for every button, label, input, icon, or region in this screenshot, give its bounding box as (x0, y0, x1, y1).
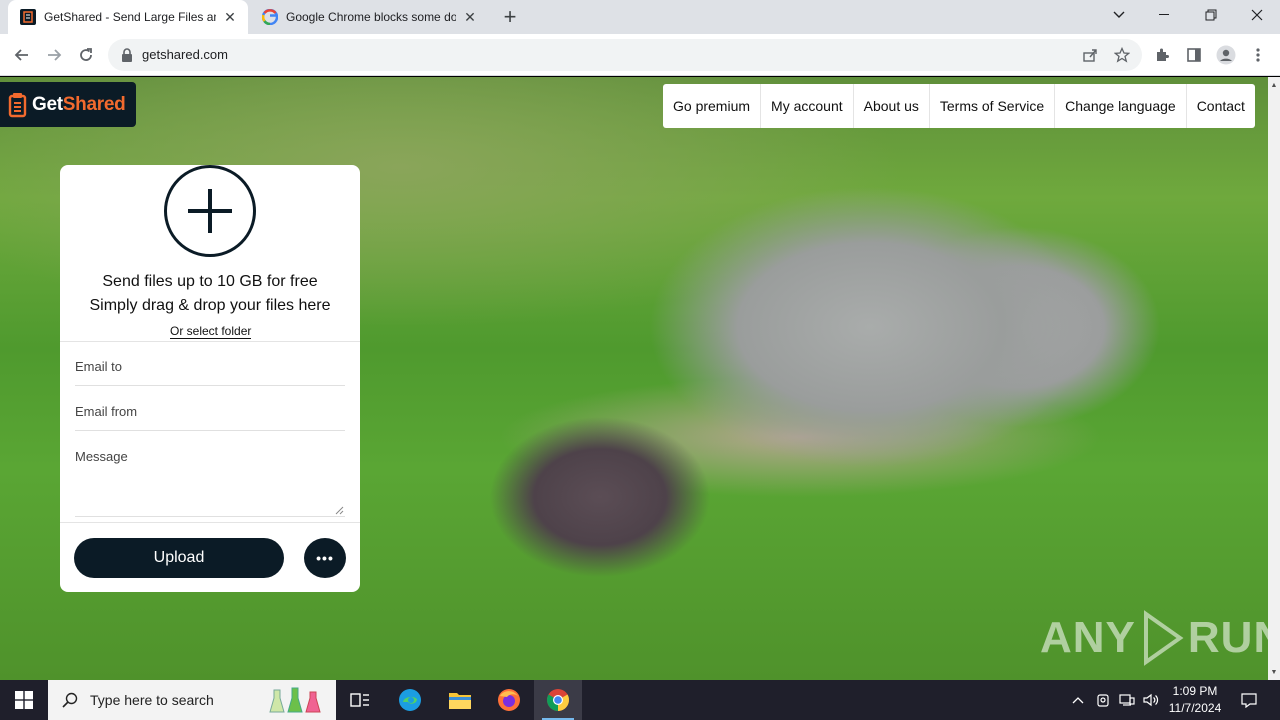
tab-getshared[interactable]: GetShared - Send Large Files and ✕ (8, 0, 248, 34)
back-button[interactable] (8, 41, 36, 69)
getshared-favicon-icon (20, 9, 36, 25)
restore-button[interactable] (1188, 0, 1234, 30)
scroll-down-arrow-icon[interactable]: ▼ (1268, 666, 1280, 678)
getshared-logo[interactable]: GetShared (0, 82, 136, 127)
divider (60, 522, 360, 523)
reload-button[interactable] (72, 41, 100, 69)
top-navigation: Go premium My account About us Terms of … (663, 84, 1255, 128)
windows-taskbar: Type here to search 1:09 PM 11/7/2024 (0, 680, 1280, 720)
more-options-button[interactable]: ••• (304, 538, 346, 578)
taskbar-clock[interactable]: 1:09 PM 11/7/2024 (1164, 683, 1226, 717)
file-explorer-icon[interactable] (436, 680, 484, 720)
upload-button[interactable]: Upload (74, 538, 284, 578)
drag-drop-text: Simply drag & drop your files here (89, 297, 331, 314)
nav-terms-of-service[interactable]: Terms of Service (930, 84, 1056, 128)
add-files-plus-icon[interactable] (164, 165, 256, 257)
nav-change-language[interactable]: Change language (1055, 84, 1187, 128)
message-field[interactable]: Message (75, 441, 345, 517)
edge-browser-icon[interactable] (386, 680, 434, 720)
minimize-button[interactable] (1142, 0, 1188, 30)
email-from-field[interactable]: Email from (75, 396, 345, 431)
page-scrollbar[interactable]: ▲ ▼ (1268, 77, 1280, 680)
nav-my-account[interactable]: My account (761, 84, 854, 128)
message-placeholder: Message (75, 449, 128, 464)
google-favicon-icon (261, 8, 279, 26)
notifications-icon[interactable] (1234, 680, 1264, 720)
bookmark-star-icon[interactable] (1110, 43, 1134, 67)
watermark-left: ANY (1040, 613, 1136, 662)
clock-time: 1:09 PM (1172, 684, 1218, 698)
logo-text: GetShared (32, 93, 126, 116)
profile-avatar-icon[interactable] (1212, 41, 1240, 69)
share-icon[interactable] (1078, 43, 1102, 67)
task-view-icon[interactable] (336, 680, 384, 720)
logo-text-shared: Shared (62, 93, 126, 115)
play-triangle-icon (1143, 610, 1184, 666)
tab-search-icon[interactable] (1096, 0, 1142, 30)
windows-start-icon[interactable] (0, 680, 48, 720)
volume-icon[interactable] (1140, 680, 1162, 720)
side-panel-icon[interactable] (1180, 41, 1208, 69)
device-icon[interactable] (1092, 680, 1114, 720)
browser-toolbar: getshared.com (0, 34, 1280, 76)
watermark-right: RUN (1187, 613, 1268, 662)
divider (60, 341, 360, 342)
tab-title: GetShared - Send Large Files and (44, 10, 216, 24)
search-placeholder: Type here to search (90, 692, 214, 708)
browser-menu-icon[interactable] (1244, 41, 1272, 69)
email-to-field[interactable]: Email to (75, 351, 345, 386)
tab-title: Google Chrome blocks some do (286, 10, 456, 24)
upload-panel: Send files up to 10 GB for free Simply d… (60, 165, 360, 592)
nav-about-us[interactable]: About us (854, 84, 930, 128)
forward-button[interactable] (40, 41, 68, 69)
nav-contact[interactable]: Contact (1187, 84, 1255, 128)
close-window-button[interactable] (1234, 0, 1280, 30)
clock-date: 11/7/2024 (1168, 701, 1222, 715)
close-tab-icon[interactable]: ✕ (222, 9, 238, 25)
firefox-icon[interactable] (485, 680, 533, 720)
lab-flasks-icon (269, 687, 321, 713)
lock-icon[interactable] (120, 47, 134, 63)
select-folder-link[interactable]: Or select folder (170, 324, 252, 339)
url-text[interactable]: getshared.com (142, 47, 228, 62)
scroll-up-arrow-icon[interactable]: ▲ (1268, 79, 1280, 91)
page-background: GetShared Go premium My account About us… (0, 77, 1268, 680)
extensions-icon[interactable] (1148, 41, 1176, 69)
tab-google-chrome[interactable]: Google Chrome blocks some do ✕ (250, 0, 488, 34)
taskbar-search-box[interactable]: Type here to search (48, 680, 336, 720)
new-tab-button[interactable]: + (498, 4, 522, 29)
resize-handle-icon[interactable] (335, 506, 344, 515)
size-limit-text: Send files up to 10 GB for free (102, 273, 318, 290)
nav-go-premium[interactable]: Go premium (663, 84, 762, 128)
logo-text-get: Get (32, 93, 63, 115)
anyrun-watermark: ANY RUN (1040, 610, 1268, 666)
getshared-logo-icon (8, 92, 27, 117)
address-bar[interactable]: getshared.com (108, 39, 1142, 71)
show-hidden-icons-chevron-icon[interactable] (1068, 680, 1088, 720)
close-tab-icon[interactable]: ✕ (462, 9, 478, 25)
network-icon[interactable] (1116, 680, 1138, 720)
chrome-icon[interactable] (534, 680, 582, 720)
tab-strip: GetShared - Send Large Files and ✕ Googl… (0, 0, 1280, 34)
search-icon (62, 692, 78, 708)
